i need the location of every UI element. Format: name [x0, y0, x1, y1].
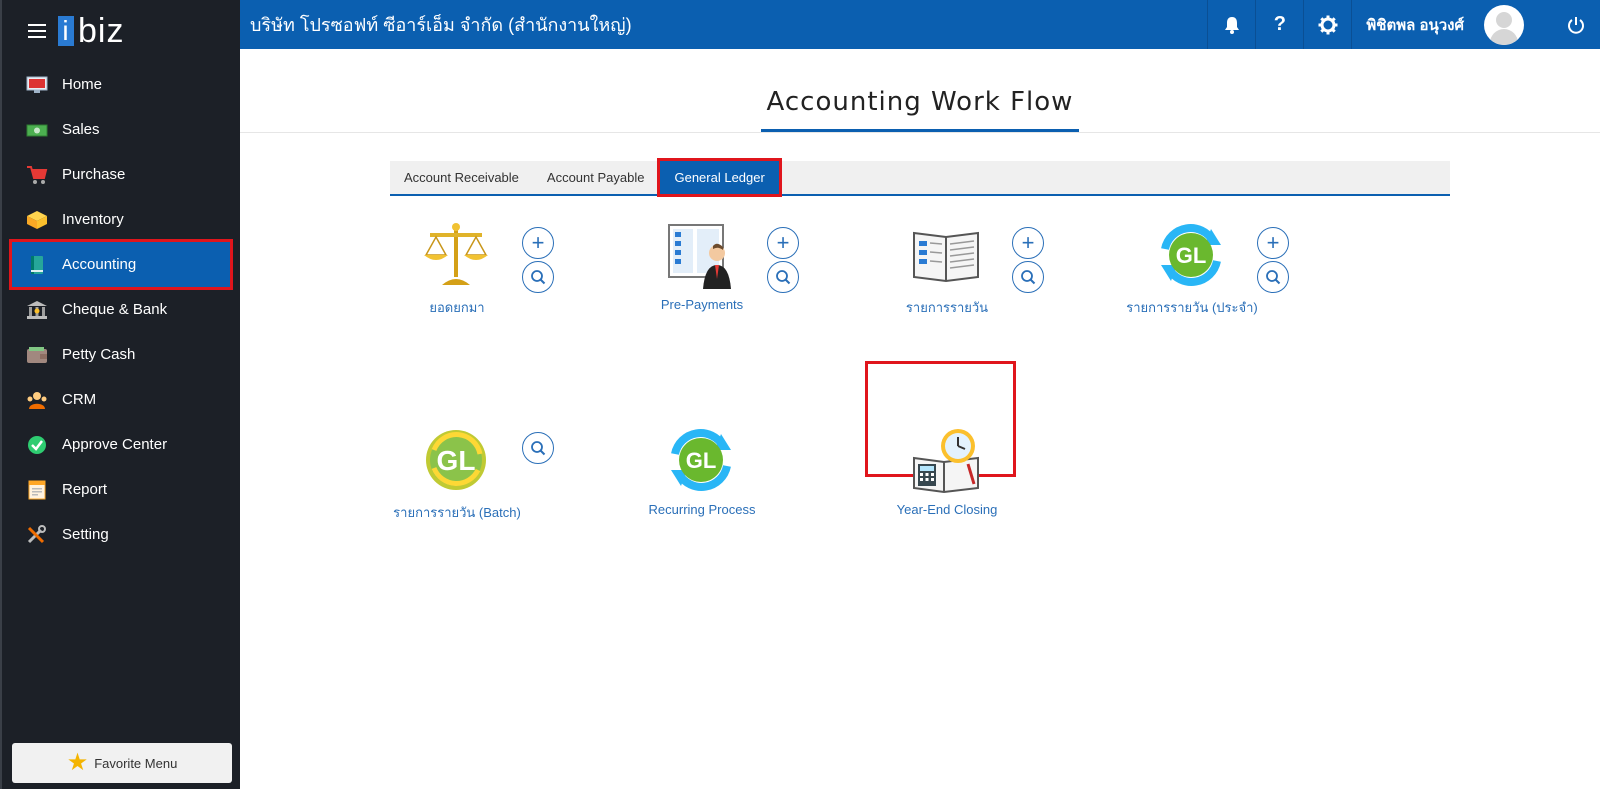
company-name: บริษัท โปรซอฟท์ ซีอาร์เอ็ม จำกัด (สำนักง… — [250, 15, 632, 35]
sidebar-item-home[interactable]: Home — [2, 62, 240, 107]
workflow-tile-journal: + รายการรายวัน — [880, 219, 1060, 329]
cart-icon — [26, 165, 48, 185]
favorite-menu-label: Favorite Menu — [94, 755, 178, 771]
open-journal-icon[interactable] — [910, 219, 982, 291]
top-header: บริษัท โปรซอฟท์ ซีอาร์เอ็ม จำกัด (สำนักง… — [240, 0, 1600, 49]
brand-bar: i biz — [2, 0, 240, 62]
svg-text:GL: GL — [686, 448, 717, 473]
sidebar-item-report[interactable]: Report — [2, 467, 240, 512]
favorite-menu-button[interactable]: ★ Favorite Menu — [12, 743, 232, 783]
sidebar-item-cheque-bank[interactable]: Cheque & Bank — [2, 287, 240, 332]
monitor-icon — [26, 75, 48, 95]
add-button[interactable]: + — [1257, 227, 1289, 259]
businessman-board-icon[interactable] — [665, 219, 737, 291]
add-button[interactable]: + — [767, 227, 799, 259]
sidebar-item-label: Purchase — [62, 166, 126, 183]
search-icon[interactable] — [522, 261, 554, 293]
workflow-tile-year-end-closing: Year-End Closing — [880, 424, 1060, 534]
sidebar-item-label: Home — [62, 76, 103, 93]
gl-batch-icon[interactable]: GL — [420, 424, 492, 496]
avatar[interactable] — [1484, 4, 1524, 45]
tile-label[interactable]: รายการรายวัน (Batch) — [390, 502, 524, 523]
tab-general-ledger[interactable]: General Ledger — [657, 158, 782, 197]
tile-label[interactable]: รายการรายวัน (ประจำ) — [1125, 297, 1259, 318]
search-icon[interactable] — [522, 432, 554, 464]
gl-recurring-icon[interactable]: GL — [1155, 219, 1227, 291]
tools-icon — [26, 524, 48, 545]
add-button[interactable]: + — [522, 227, 554, 259]
svg-text:GL: GL — [1176, 243, 1207, 268]
box-icon — [26, 210, 48, 230]
workflow-tile-recurring-process: GL Recurring Process — [635, 424, 815, 534]
sidebar-nav: Home Sales Purchase Inventory Accounting… — [2, 62, 240, 557]
ledger-book-icon — [26, 255, 48, 275]
sidebar-item-label: Cheque & Bank — [62, 301, 168, 318]
bank-icon — [26, 300, 48, 320]
sidebar-item-sales[interactable]: Sales — [2, 107, 240, 152]
sidebar-item-inventory[interactable]: Inventory — [2, 197, 240, 242]
tile-label[interactable]: ยอดยกมา — [390, 297, 524, 318]
sidebar-item-label: Setting — [62, 526, 109, 543]
sidebar-item-label: CRM — [62, 391, 97, 408]
bell-icon[interactable] — [1207, 0, 1255, 49]
sidebar-item-crm[interactable]: CRM — [2, 377, 240, 422]
workflow-tile-opening-balance: + ยอดยกมา — [390, 219, 570, 329]
scale-icon[interactable] — [420, 219, 492, 291]
main-content: Accounting Work Flow Account Receivable … — [240, 49, 1600, 789]
power-icon[interactable] — [1552, 0, 1600, 49]
workflow-tabs: Account Receivable Account Payable Gener… — [390, 158, 1450, 197]
svg-text:GL: GL — [437, 445, 476, 476]
sidebar-item-label: Accounting — [62, 256, 137, 273]
sidebar-item-label: Petty Cash — [62, 346, 136, 363]
gl-recurring-icon[interactable]: GL — [665, 424, 737, 496]
help-icon[interactable]: ? — [1255, 0, 1303, 49]
workflow-tile-pre-payments: + Pre-Payments — [635, 219, 815, 329]
cash-icon — [26, 120, 48, 140]
workflow-tile-journal-batch: GL รายการรายวัน (Batch) — [390, 424, 570, 534]
tile-label[interactable]: รายการรายวัน — [880, 297, 1014, 318]
report-icon — [26, 480, 48, 500]
logo-text: biz — [78, 11, 125, 50]
sidebar-item-label: Sales — [62, 121, 100, 138]
check-circle-icon — [26, 435, 48, 455]
tile-label[interactable]: Year-End Closing — [880, 502, 1014, 517]
tile-label[interactable]: Pre-Payments — [635, 297, 769, 312]
page-title-bar: Accounting Work Flow — [240, 49, 1600, 133]
sidebar-item-setting[interactable]: Setting — [2, 512, 240, 557]
hamburger-menu-icon[interactable] — [28, 24, 46, 38]
sidebar-item-petty-cash[interactable]: Petty Cash — [2, 332, 240, 377]
tab-account-payable[interactable]: Account Payable — [533, 161, 659, 194]
sidebar-item-label: Inventory — [62, 211, 124, 228]
workflow-tile-journal-recurring: GL + รายการรายวัน (ประจำ) — [1125, 219, 1305, 329]
page-title: Accounting Work Flow — [760, 87, 1080, 132]
tab-account-receivable[interactable]: Account Receivable — [390, 161, 533, 194]
user-name[interactable]: พิชิตพล อนุวงศ์ — [1351, 0, 1484, 49]
tile-label[interactable]: Recurring Process — [635, 502, 769, 517]
search-icon[interactable] — [1257, 261, 1289, 293]
sidebar-item-label: Report — [62, 481, 108, 498]
gear-icon[interactable] — [1303, 0, 1351, 49]
search-icon[interactable] — [767, 261, 799, 293]
sidebar-item-purchase[interactable]: Purchase — [2, 152, 240, 197]
sidebar-item-label: Approve Center — [62, 436, 168, 453]
ibiz-logo[interactable]: i biz — [58, 12, 124, 51]
search-icon[interactable] — [1012, 261, 1044, 293]
people-icon — [26, 390, 48, 410]
wallet-icon — [26, 345, 48, 365]
add-button[interactable]: + — [1012, 227, 1044, 259]
app-window: i biz Home Sales Purchase Inventory Acco… — [0, 0, 1600, 789]
sidebar: i biz Home Sales Purchase Inventory Acco… — [0, 0, 240, 789]
sidebar-item-approve-center[interactable]: Approve Center — [2, 422, 240, 467]
sidebar-item-accounting[interactable]: Accounting — [9, 239, 233, 290]
year-end-closing-icon[interactable] — [910, 424, 982, 496]
logo-i: i — [58, 15, 74, 46]
star-icon: ★ — [66, 749, 89, 776]
